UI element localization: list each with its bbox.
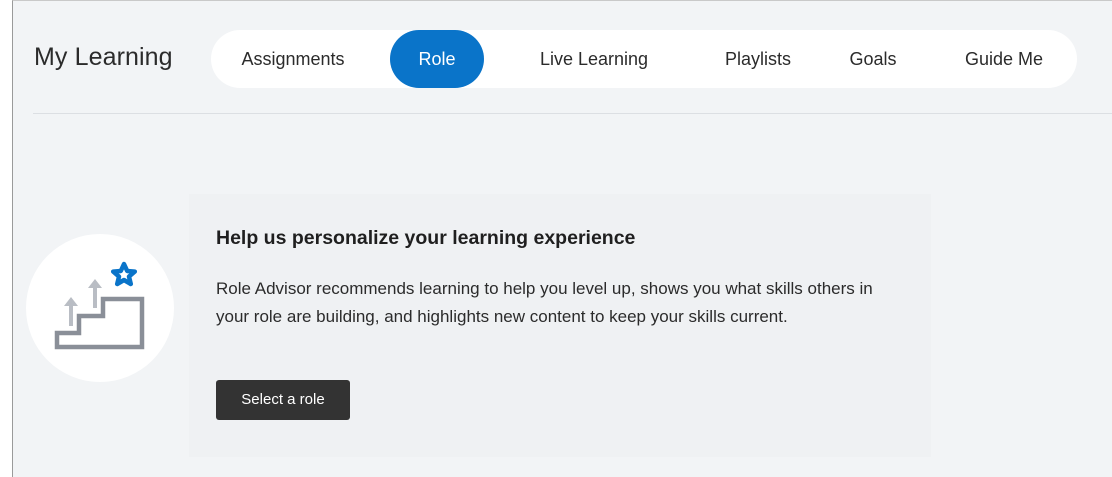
promo-description: Role Advisor recommends learning to help… [216,279,873,326]
stairs-with-star-icon [54,261,145,350]
page-header: My Learning Assignments Role Live Learni… [13,1,1112,113]
tab-live-learning[interactable]: Live Learning [503,30,685,88]
select-role-button[interactable]: Select a role [216,380,350,420]
tab-goals[interactable]: Goals [829,30,917,88]
tab-guide-me[interactable]: Guide Me [942,30,1066,88]
tab-bar: Assignments Role Live Learning Playlists… [211,30,1077,88]
tab-playlists[interactable]: Playlists [694,30,822,88]
promo-heading: Help us personalize your learning experi… [216,227,636,249]
header-divider [33,113,1112,114]
tab-assignments[interactable]: Assignments [217,30,369,88]
role-illustration [26,234,174,382]
tab-role[interactable]: Role [390,30,484,88]
my-learning-page: My Learning Assignments Role Live Learni… [12,0,1112,477]
page-title: My Learning [34,43,173,71]
